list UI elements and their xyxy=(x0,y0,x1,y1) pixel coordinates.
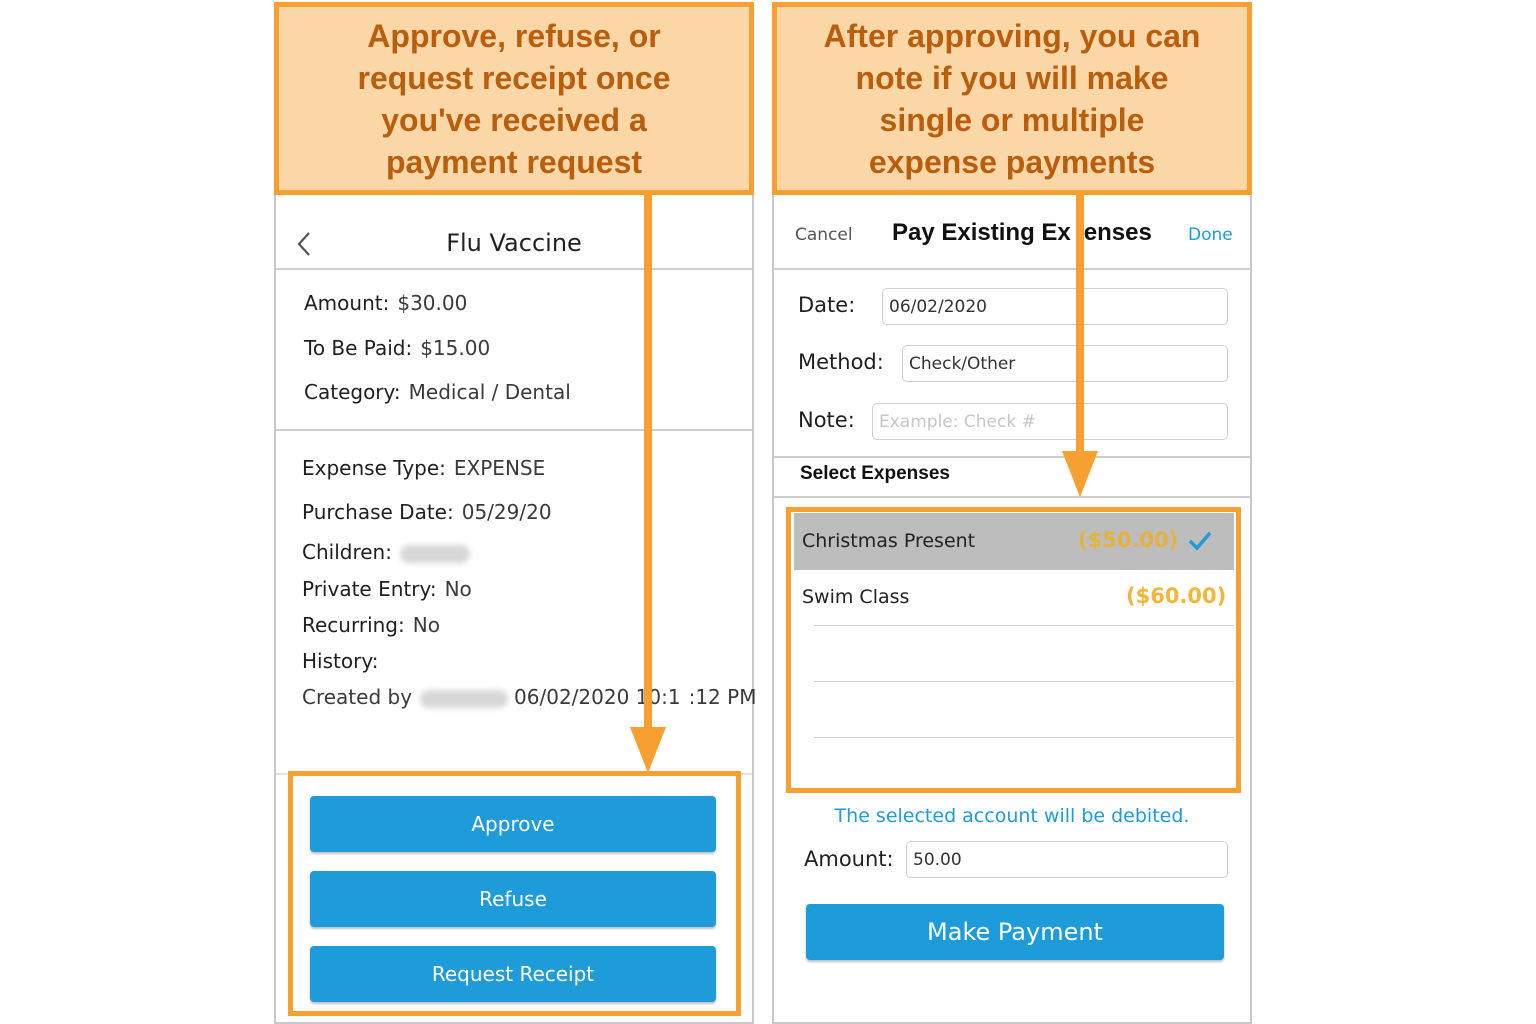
divider xyxy=(276,429,752,431)
expense-type-row: Expense Type: EXPENSE xyxy=(302,456,546,480)
divider xyxy=(774,496,1250,498)
right-arrowhead xyxy=(1062,451,1098,497)
debit-notice: The selected account will be debited. xyxy=(834,805,1190,827)
expenses-highlight xyxy=(786,507,1241,793)
date-field[interactable]: 06/02/2020 xyxy=(882,288,1228,325)
page-title: Flu Vaccine xyxy=(446,229,582,257)
buttons-highlight xyxy=(288,771,741,1016)
page-title: Pay Existing Ex enses xyxy=(892,219,1152,246)
left-callout: Approve, refuse, or request receipt once… xyxy=(274,2,754,195)
amount-field[interactable]: 50.00 xyxy=(906,841,1228,878)
private-entry-row: Private Entry: No xyxy=(302,577,472,601)
divider xyxy=(774,456,1250,458)
divider xyxy=(774,268,1250,270)
purchase-date-row: Purchase Date: 05/29/20 xyxy=(302,500,552,524)
left-arrow-shaft xyxy=(644,195,652,735)
children-row: Children: xyxy=(302,540,470,564)
done-button[interactable]: Done xyxy=(1188,225,1233,245)
make-payment-button[interactable]: Make Payment xyxy=(806,904,1224,960)
cancel-button[interactable]: Cancel xyxy=(795,225,853,245)
amount-label: Amount: xyxy=(804,847,894,871)
select-expenses-header: Select Expenses xyxy=(800,463,950,484)
history-row: History: xyxy=(302,649,379,673)
method-label: Method: xyxy=(798,350,884,374)
created-by-row: Created by 06/02/2020 10:1:12 PM xyxy=(302,685,757,709)
right-callout: After approving, you can note if you wil… xyxy=(772,2,1252,195)
divider xyxy=(276,268,752,270)
method-field[interactable]: Check/Other xyxy=(902,345,1228,382)
note-field[interactable]: Example: Check # xyxy=(872,403,1228,440)
right-arrow-shaft xyxy=(1076,195,1084,457)
to-be-paid-row: To Be Paid: $15.00 xyxy=(304,336,491,360)
left-arrowhead xyxy=(630,727,666,773)
note-label: Note: xyxy=(798,408,855,432)
amount-row: Amount: $30.00 xyxy=(304,291,468,315)
category-row: Category: Medical / Dental xyxy=(304,380,571,404)
redacted-name xyxy=(420,689,509,708)
date-label: Date: xyxy=(798,293,856,317)
redacted-name xyxy=(399,544,470,563)
recurring-row: Recurring: No xyxy=(302,613,440,637)
